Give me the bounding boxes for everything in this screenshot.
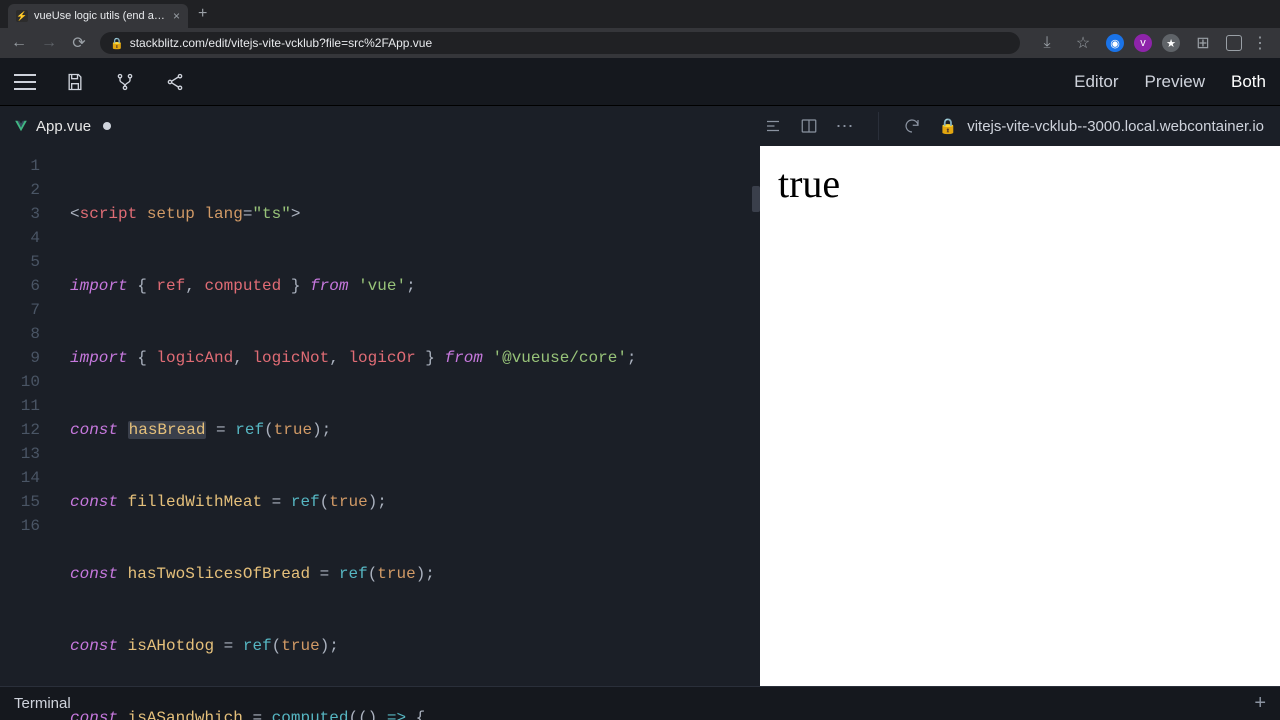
secondary-bar: App.vue ⋯ 🔒 vitejs-vite-vcklub--3000.loc… bbox=[0, 106, 1280, 146]
file-tab[interactable]: App.vue bbox=[0, 106, 125, 146]
share-button[interactable] bbox=[164, 71, 186, 93]
tab-editor[interactable]: Editor bbox=[1074, 72, 1118, 92]
extension-icon[interactable]: v bbox=[1134, 34, 1152, 52]
reload-button[interactable]: ⟳ bbox=[66, 31, 92, 55]
preview-address[interactable]: 🔒 vitejs-vite-vcklub--3000.local.webcont… bbox=[939, 117, 1280, 135]
tab-both[interactable]: Both bbox=[1231, 72, 1266, 92]
save-button[interactable] bbox=[64, 71, 86, 93]
unsaved-indicator-icon bbox=[103, 122, 111, 130]
minimap-thumb[interactable] bbox=[752, 186, 760, 212]
preview-pane: true bbox=[760, 146, 1280, 686]
code-editor[interactable]: 1234 5678 9101112 13141516 <script setup… bbox=[0, 146, 760, 686]
browser-right-icons: ⤓ ☆ ◉ v ★ ⊞ ⋮ bbox=[1028, 31, 1274, 55]
browser-toolbar: ← → ⟳ 🔒 stackblitz.com/edit/vitejs-vite-… bbox=[0, 28, 1280, 58]
new-tab-button[interactable]: + bbox=[188, 5, 217, 23]
install-icon[interactable]: ⤓ bbox=[1034, 31, 1060, 55]
address-bar[interactable]: 🔒 stackblitz.com/edit/vitejs-vite-vcklub… bbox=[100, 32, 1020, 54]
fork-button[interactable] bbox=[114, 71, 136, 93]
lock-icon: 🔒 bbox=[110, 37, 124, 50]
menu-button[interactable] bbox=[14, 74, 36, 90]
view-mode-tabs: Editor Preview Both bbox=[1074, 72, 1266, 92]
lock-icon: 🔒 bbox=[939, 117, 958, 135]
more-icon[interactable]: ⋯ bbox=[836, 116, 854, 137]
sidepanel-icon[interactable] bbox=[1226, 35, 1242, 51]
stackblitz-favicon: ⚡ bbox=[16, 10, 28, 22]
browser-tab-strip: ⚡ vueUse logic utils (end actual) × + bbox=[0, 0, 1280, 28]
code-content[interactable]: <script setup lang="ts"> import { ref, c… bbox=[70, 154, 750, 720]
terminal-label: Terminal bbox=[14, 695, 71, 712]
divider bbox=[878, 112, 879, 140]
forward-button[interactable]: → bbox=[36, 31, 62, 55]
back-button[interactable]: ← bbox=[6, 31, 32, 55]
format-icon[interactable] bbox=[764, 117, 782, 135]
star-icon[interactable]: ☆ bbox=[1070, 31, 1096, 55]
extension-icon[interactable]: ★ bbox=[1162, 34, 1180, 52]
line-gutter: 1234 5678 9101112 13141516 bbox=[0, 154, 54, 538]
browser-tab[interactable]: ⚡ vueUse logic utils (end actual) × bbox=[8, 4, 188, 28]
split-editor-icon[interactable] bbox=[800, 117, 818, 135]
close-tab-icon[interactable]: × bbox=[173, 9, 180, 23]
app-toolbar: Editor Preview Both bbox=[0, 58, 1280, 106]
new-terminal-button[interactable]: + bbox=[1254, 692, 1266, 715]
vue-file-icon bbox=[14, 119, 28, 133]
main-area: 1234 5678 9101112 13141516 <script setup… bbox=[0, 146, 1280, 686]
reload-preview-icon[interactable] bbox=[903, 117, 921, 135]
preview-output: true bbox=[778, 160, 1262, 207]
preview-url-text: vitejs-vite-vcklub--3000.local.webcontai… bbox=[967, 118, 1264, 135]
extension-icon[interactable]: ◉ bbox=[1106, 34, 1124, 52]
minimap[interactable] bbox=[748, 146, 760, 686]
tab-title: vueUse logic utils (end actual) bbox=[34, 10, 167, 22]
file-name: App.vue bbox=[36, 118, 91, 135]
chrome-menu-icon[interactable]: ⋮ bbox=[1252, 33, 1268, 53]
extensions-menu-icon[interactable]: ⊞ bbox=[1190, 31, 1216, 55]
tab-preview[interactable]: Preview bbox=[1145, 72, 1205, 92]
url-text: stackblitz.com/edit/vitejs-vite-vcklub?f… bbox=[130, 36, 432, 50]
